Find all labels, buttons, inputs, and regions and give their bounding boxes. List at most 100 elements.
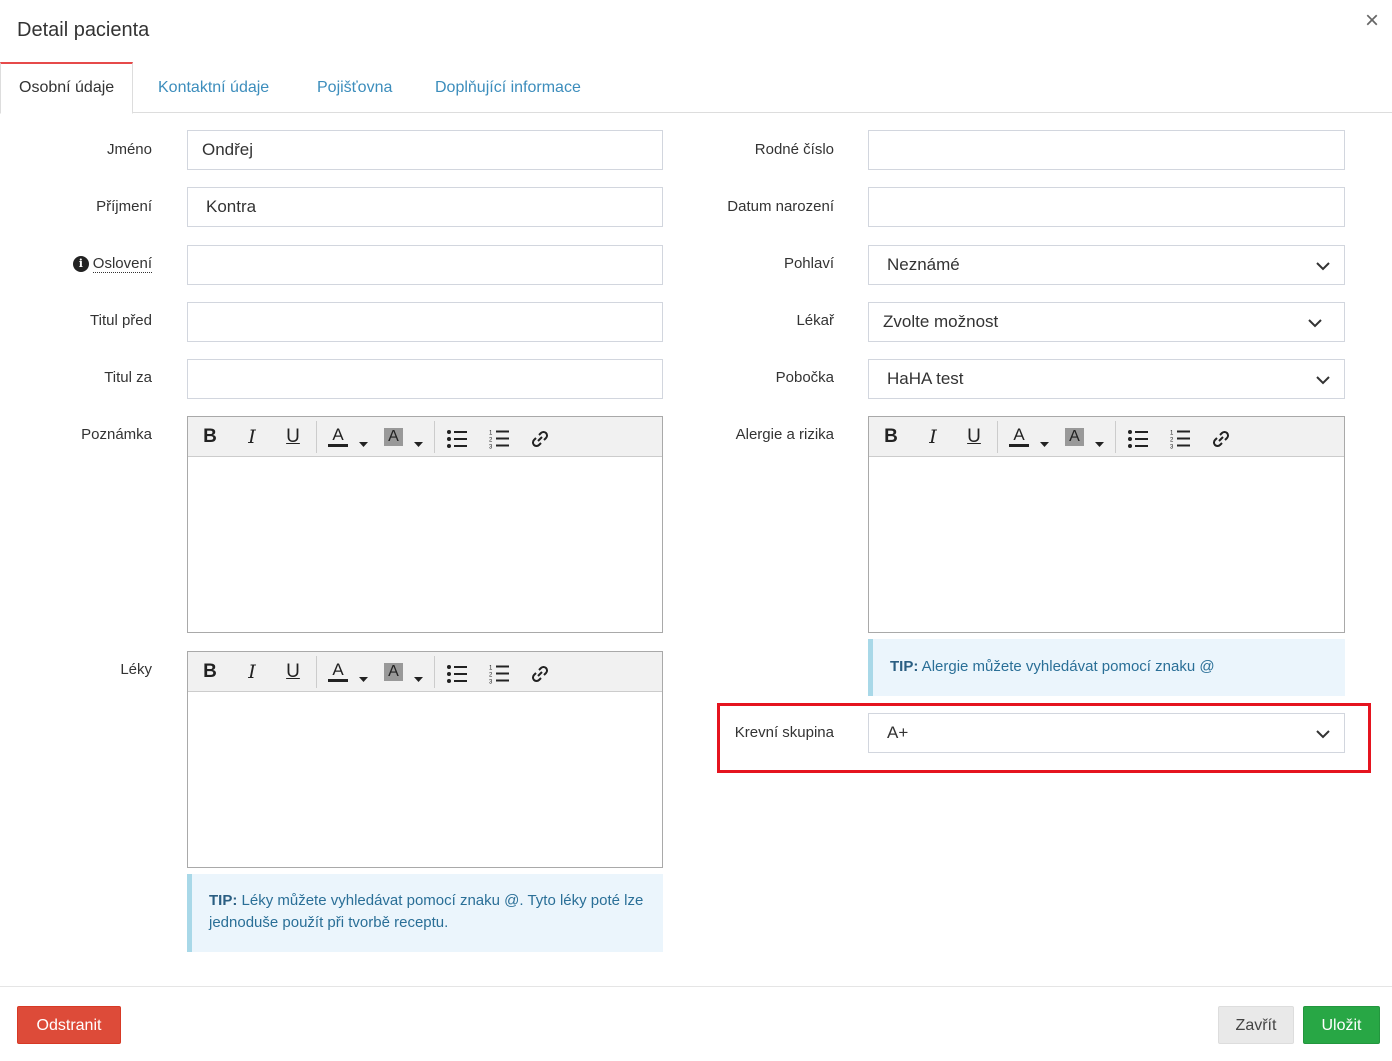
- osloveni-label-text: Oslovení: [92, 255, 152, 273]
- poznamka-editor-area[interactable]: [188, 457, 662, 632]
- font-color-icon[interactable]: A: [1009, 425, 1029, 447]
- svg-text:3: 3: [489, 680, 493, 686]
- pobocka-label: Pobočka: [775, 369, 834, 386]
- italic-icon[interactable]: I: [925, 425, 941, 449]
- italic-icon[interactable]: I: [244, 425, 260, 449]
- toolbar-separator: [316, 421, 317, 453]
- annotation-highlight-box: [717, 703, 1371, 773]
- pohlavi-value: Neznámé: [887, 255, 960, 274]
- tab-bar: Osobní údaje Kontaktní údaje Pojišťovna …: [0, 62, 1392, 114]
- lekar-select[interactable]: Zvolte možnost: [868, 302, 1345, 342]
- tab-osobni-udaje[interactable]: Osobní údaje: [0, 62, 134, 114]
- jmeno-label: Jméno: [106, 141, 152, 158]
- titul-za-label: Titul za: [104, 369, 152, 386]
- rodne-cislo-label: Rodné číslo: [754, 141, 834, 158]
- close-icon[interactable]: ×: [1365, 9, 1379, 33]
- poznamka-editor: B I U A A 1 2 3: [187, 416, 663, 633]
- numbered-list-icon[interactable]: 1 2 3: [489, 662, 509, 686]
- svg-text:3: 3: [1170, 445, 1174, 451]
- prijmeni-input[interactable]: Kontra: [187, 187, 663, 227]
- titul-za-input[interactable]: [187, 359, 663, 399]
- leky-label: Léky: [120, 661, 152, 678]
- leky-tip: TIP: Léky můžete vyhledávat pomocí znaku…: [187, 874, 663, 952]
- editor-toolbar: B I U A A 1 2 3: [188, 652, 662, 692]
- tip-text: Léky můžete vyhledávat pomocí znaku @. T…: [209, 892, 644, 931]
- caret-down-icon[interactable]: [1095, 433, 1104, 457]
- pohlavi-label: Pohlaví: [783, 255, 834, 272]
- highlight-color-icon[interactable]: A: [384, 428, 403, 446]
- toolbar-separator: [434, 656, 435, 688]
- bold-icon[interactable]: B: [883, 425, 899, 449]
- tab-pojistovna[interactable]: Pojišťovna: [299, 62, 410, 113]
- lekar-label: Lékař: [796, 312, 834, 329]
- leky-editor: B I U A A 1 2 3: [187, 651, 663, 868]
- svg-text:2: 2: [489, 438, 493, 444]
- osloveni-label: i Oslovení: [72, 255, 152, 273]
- alergie-editor-area[interactable]: [869, 457, 1344, 632]
- chevron-down-icon: [1308, 319, 1322, 328]
- datum-narozeni-input[interactable]: [868, 187, 1345, 227]
- editor-toolbar: B I U A A 1 2 3: [869, 417, 1344, 457]
- titul-pred-input[interactable]: [187, 302, 663, 342]
- font-color-icon[interactable]: A: [328, 425, 348, 447]
- datum-narozeni-label: Datum narození: [727, 198, 834, 215]
- link-icon[interactable]: [530, 427, 550, 451]
- link-icon[interactable]: [1211, 427, 1231, 451]
- font-color-icon[interactable]: A: [328, 660, 348, 682]
- caret-down-icon[interactable]: [359, 668, 368, 692]
- alergie-editor: B I U A A 1 2 3: [868, 416, 1345, 633]
- rodne-cislo-input[interactable]: [868, 130, 1345, 170]
- delete-button[interactable]: Odstranit: [17, 1006, 121, 1044]
- pohlavi-select[interactable]: Neznámé: [868, 245, 1345, 285]
- lekar-value: Zvolte možnost: [883, 312, 999, 331]
- alergie-tip: TIP: Alergie můžete vyhledávat pomocí zn…: [868, 639, 1345, 696]
- numbered-list-icon[interactable]: 1 2 3: [1170, 427, 1190, 451]
- save-button[interactable]: Uložit: [1303, 1006, 1380, 1044]
- toolbar-separator: [434, 421, 435, 453]
- pobocka-select[interactable]: HaHA test: [868, 359, 1345, 399]
- bold-icon[interactable]: B: [202, 425, 218, 449]
- bullet-list-icon[interactable]: [447, 662, 467, 686]
- pobocka-value: HaHA test: [887, 369, 964, 388]
- caret-down-icon[interactable]: [1040, 433, 1049, 457]
- link-icon[interactable]: [530, 662, 550, 686]
- chevron-down-icon: [1316, 262, 1330, 271]
- tip-text: Alergie můžete vyhledávat pomocí znaku @: [918, 658, 1215, 675]
- info-circle-icon[interactable]: i: [72, 256, 89, 272]
- svg-text:2: 2: [489, 673, 493, 679]
- underline-icon[interactable]: U: [285, 425, 301, 449]
- italic-icon[interactable]: I: [244, 660, 260, 684]
- leky-editor-area[interactable]: [188, 692, 662, 867]
- highlight-color-icon[interactable]: A: [384, 663, 403, 681]
- tip-strong: TIP:: [209, 892, 238, 909]
- titul-pred-label: Titul před: [90, 312, 152, 329]
- modal-title: Detail pacienta: [17, 19, 150, 41]
- bullet-list-icon[interactable]: [1128, 427, 1148, 451]
- tab-kontaktni-udaje[interactable]: Kontaktní údaje: [140, 62, 287, 113]
- toolbar-separator: [997, 421, 998, 453]
- bullet-list-icon[interactable]: [447, 427, 467, 451]
- numbered-list-icon[interactable]: 1 2 3: [489, 427, 509, 451]
- prijmeni-label: Příjmení: [96, 198, 152, 215]
- svg-text:2: 2: [1170, 438, 1174, 444]
- caret-down-icon[interactable]: [359, 433, 368, 457]
- jmeno-input[interactable]: Ondřej: [187, 130, 663, 170]
- bold-icon[interactable]: B: [202, 660, 218, 684]
- chevron-down-icon: [1316, 376, 1330, 385]
- svg-text:1: 1: [1170, 431, 1174, 437]
- caret-down-icon[interactable]: [414, 433, 423, 457]
- underline-icon[interactable]: U: [966, 425, 982, 449]
- close-button[interactable]: Zavřít: [1218, 1006, 1294, 1044]
- toolbar-separator: [316, 656, 317, 688]
- footer-divider: [0, 986, 1392, 987]
- underline-icon[interactable]: U: [285, 660, 301, 684]
- caret-down-icon[interactable]: [414, 668, 423, 692]
- osloveni-input[interactable]: [187, 245, 663, 285]
- svg-text:1: 1: [489, 431, 493, 437]
- svg-text:1: 1: [489, 666, 493, 672]
- highlight-color-icon[interactable]: A: [1065, 428, 1084, 446]
- toolbar-separator: [1115, 421, 1116, 453]
- svg-text:3: 3: [489, 445, 493, 451]
- tab-doplnujici-informace[interactable]: Doplňující informace: [417, 62, 599, 113]
- alergie-label: Alergie a rizika: [735, 426, 834, 443]
